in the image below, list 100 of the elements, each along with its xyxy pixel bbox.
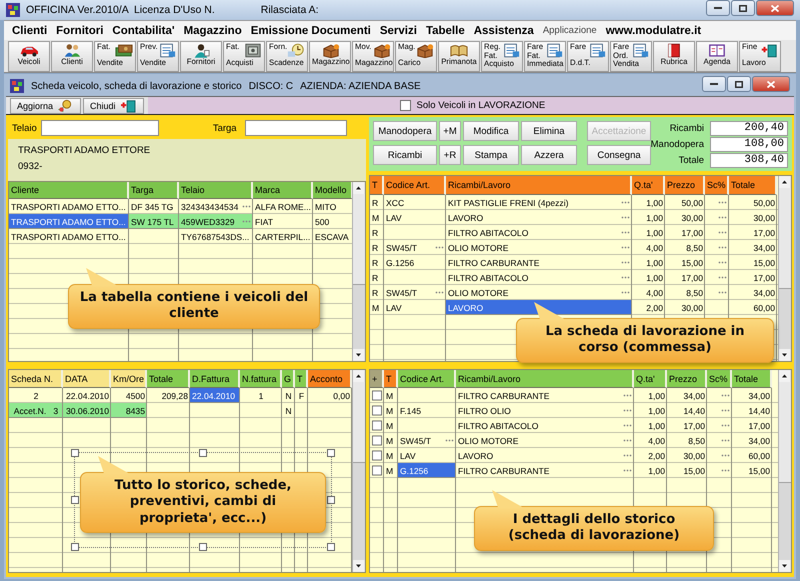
checkbox[interactable] xyxy=(372,465,382,476)
column-header[interactable]: Q.ta' xyxy=(632,176,665,195)
menu-item[interactable]: Magazzino xyxy=(184,24,242,36)
ellipsis-icon[interactable] xyxy=(435,291,444,294)
minimize-button[interactable] xyxy=(706,0,730,16)
action-button[interactable]: Chiudi xyxy=(83,98,144,114)
action-button[interactable]: Ricambi xyxy=(373,145,437,165)
column-header[interactable]: DATA xyxy=(63,370,111,388)
scroll-up-icon[interactable] xyxy=(779,176,790,188)
column-header[interactable]: Sc% xyxy=(705,176,729,195)
resize-handle[interactable] xyxy=(71,543,79,551)
column-header[interactable]: Cliente xyxy=(9,182,129,199)
ellipsis-icon[interactable] xyxy=(242,205,251,208)
menu-item[interactable]: Assistenza xyxy=(474,24,534,36)
ellipsis-icon[interactable] xyxy=(718,231,727,234)
scrollbar[interactable] xyxy=(778,176,791,361)
menu-item[interactable]: Servizi xyxy=(380,24,417,36)
action-button[interactable]: Stampa xyxy=(463,145,519,165)
ellipsis-icon[interactable] xyxy=(718,276,727,279)
resize-handle[interactable] xyxy=(199,449,207,457)
checkbox[interactable] xyxy=(372,420,382,431)
action-button[interactable]: Elimina xyxy=(521,121,577,141)
column-header[interactable]: Codice Art. xyxy=(384,176,446,195)
column-header[interactable]: Scheda N. xyxy=(9,370,63,388)
column-header[interactable]: Totale xyxy=(732,370,772,388)
ellipsis-icon[interactable] xyxy=(718,246,727,249)
ellipsis-icon[interactable] xyxy=(623,469,632,472)
column-header[interactable]: Marca xyxy=(253,182,313,199)
resize-handle[interactable] xyxy=(199,543,207,551)
ellipsis-icon[interactable] xyxy=(718,261,727,264)
website-link[interactable]: www.modulatre.it xyxy=(606,24,702,36)
ellipsis-icon[interactable] xyxy=(445,439,454,442)
menu-item[interactable]: Fornitori xyxy=(56,24,104,36)
column-header[interactable]: Prezzo xyxy=(667,370,707,388)
menu-item[interactable]: Applicazione xyxy=(542,25,597,36)
scrollbar[interactable] xyxy=(352,182,365,361)
column-header[interactable]: T xyxy=(370,176,384,195)
scroll-up-icon[interactable] xyxy=(353,182,364,194)
ellipsis-icon[interactable] xyxy=(721,424,730,427)
action-button[interactable]: Consegna xyxy=(587,145,651,165)
input-field[interactable] xyxy=(244,120,347,136)
menu-item[interactable]: Clienti xyxy=(12,24,48,36)
column-header[interactable]: Q.ta' xyxy=(634,370,667,388)
minimize-button[interactable] xyxy=(702,76,726,92)
column-header[interactable]: T xyxy=(295,370,308,388)
ellipsis-icon[interactable] xyxy=(623,439,632,442)
column-header[interactable]: Modello xyxy=(313,182,352,199)
resize-handle[interactable] xyxy=(327,449,335,457)
ellipsis-icon[interactable] xyxy=(721,469,730,472)
column-header[interactable]: Prezzo xyxy=(665,176,705,195)
column-header[interactable]: + xyxy=(370,370,384,388)
scroll-up-icon[interactable] xyxy=(353,370,364,382)
input-field[interactable] xyxy=(40,120,159,136)
column-header[interactable]: Acconto xyxy=(308,370,352,388)
resize-handle[interactable] xyxy=(327,543,335,551)
action-button[interactable]: Azzera xyxy=(521,145,577,165)
scroll-down-icon[interactable] xyxy=(779,349,790,361)
column-header[interactable]: T xyxy=(384,370,398,388)
column-header[interactable]: Sc% xyxy=(707,370,732,388)
close-button[interactable] xyxy=(752,76,790,92)
ellipsis-icon[interactable] xyxy=(242,220,251,223)
ellipsis-icon[interactable] xyxy=(623,409,632,412)
scroll-up-icon[interactable] xyxy=(779,370,790,382)
ellipsis-icon[interactable] xyxy=(621,246,630,249)
ellipsis-icon[interactable] xyxy=(621,261,630,264)
action-button[interactable]: +R xyxy=(439,145,461,165)
ellipsis-icon[interactable] xyxy=(721,439,730,442)
column-header[interactable]: D.Fattura xyxy=(190,370,240,388)
ellipsis-icon[interactable] xyxy=(621,291,630,294)
ellipsis-icon[interactable] xyxy=(718,216,727,219)
maximize-button[interactable] xyxy=(731,0,755,16)
column-header[interactable]: Telaio xyxy=(179,182,253,199)
menu-item[interactable]: Contabilita' xyxy=(112,24,175,36)
ellipsis-icon[interactable] xyxy=(721,394,730,397)
action-button[interactable]: Manodopera xyxy=(373,121,437,141)
column-header[interactable]: G xyxy=(282,370,295,388)
ellipsis-icon[interactable] xyxy=(621,231,630,234)
column-header[interactable]: Codice Art. xyxy=(398,370,456,388)
checkbox[interactable] xyxy=(372,405,382,416)
column-header[interactable]: Targa xyxy=(129,182,179,199)
ellipsis-icon[interactable] xyxy=(718,201,727,204)
ellipsis-icon[interactable] xyxy=(623,424,632,427)
column-header[interactable]: Totale xyxy=(147,370,190,388)
resize-handle[interactable] xyxy=(71,449,79,457)
ellipsis-icon[interactable] xyxy=(621,216,630,219)
checkbox[interactable] xyxy=(400,100,411,111)
ellipsis-icon[interactable] xyxy=(718,291,727,294)
scroll-down-icon[interactable] xyxy=(353,349,364,361)
checkbox[interactable] xyxy=(372,450,382,461)
ellipsis-icon[interactable] xyxy=(623,394,632,397)
checkbox[interactable] xyxy=(372,390,382,401)
menu-item[interactable]: Tabelle xyxy=(426,24,465,36)
checkbox[interactable] xyxy=(372,435,382,446)
scroll-down-icon[interactable] xyxy=(353,560,364,572)
action-button[interactable]: +M xyxy=(439,121,461,141)
ellipsis-icon[interactable] xyxy=(721,409,730,412)
scrollbar[interactable] xyxy=(352,370,365,572)
column-header[interactable]: N.fattura xyxy=(240,370,282,388)
action-button[interactable]: Modifica xyxy=(463,121,519,141)
resize-handle[interactable] xyxy=(71,496,79,504)
